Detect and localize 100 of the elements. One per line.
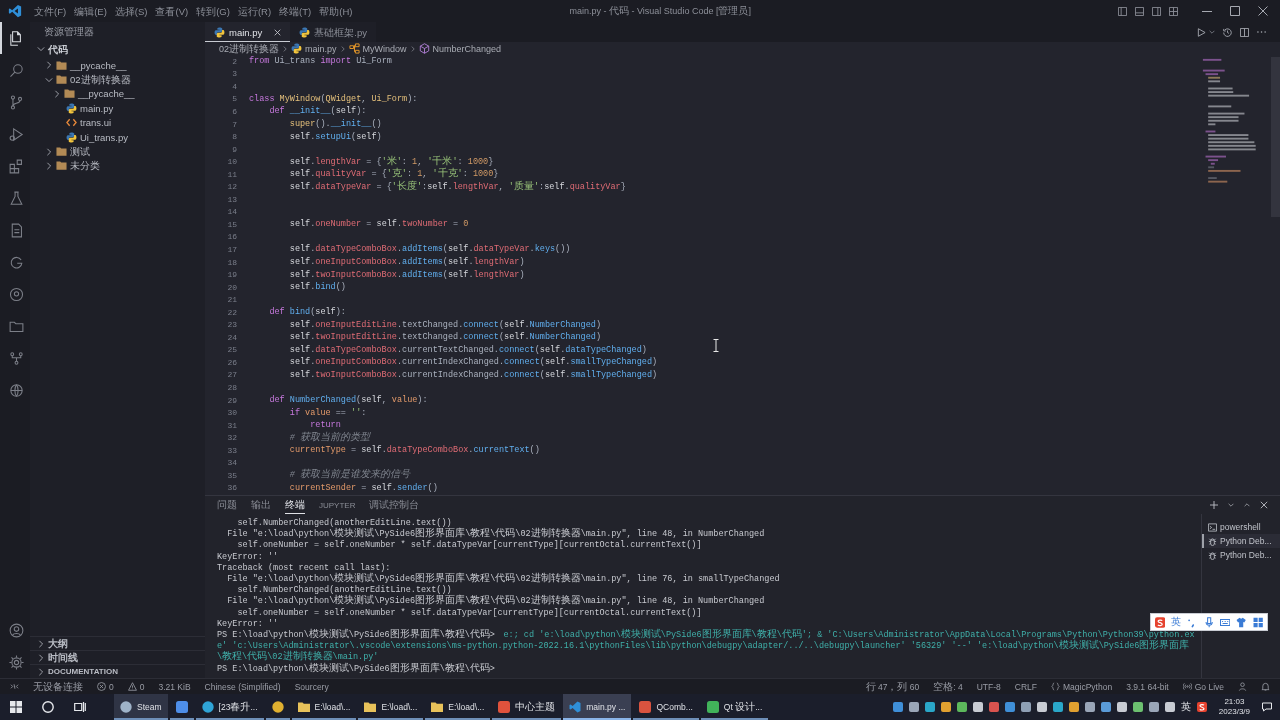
tray-icon[interactable] bbox=[892, 702, 903, 712]
status-item[interactable]: 行 47，列 60 bbox=[865, 681, 920, 692]
tray-icon[interactable] bbox=[1036, 702, 1047, 712]
breadcrumb-item[interactable]: MyWindow bbox=[348, 43, 407, 54]
ime-logo-icon[interactable] bbox=[1196, 702, 1207, 712]
tray-icon[interactable] bbox=[1020, 702, 1031, 712]
history-icon[interactable] bbox=[1223, 27, 1232, 37]
keyboard-icon[interactable] bbox=[1220, 616, 1231, 628]
windows-logo-icon[interactable] bbox=[10, 701, 22, 713]
shirt-icon[interactable] bbox=[1236, 616, 1247, 628]
breadcrumb-item[interactable]: main.py bbox=[291, 43, 337, 54]
panel-tab[interactable]: JUPYTER bbox=[319, 496, 356, 514]
status-item[interactable]: 3.9.1 64-bit bbox=[1126, 681, 1169, 692]
tree-item[interactable]: 02进制转换器 bbox=[45, 72, 131, 87]
terminal-tab[interactable]: Python Deb... bbox=[1202, 534, 1280, 548]
person-icon[interactable] bbox=[1238, 682, 1247, 691]
run-debug-icon[interactable] bbox=[7, 125, 25, 143]
status-item[interactable]: 0 bbox=[127, 681, 145, 692]
minimize-icon[interactable] bbox=[1202, 10, 1212, 12]
status-item[interactable]: CRLF bbox=[1014, 681, 1038, 692]
tree-item[interactable]: Ui_trans.py bbox=[66, 129, 129, 145]
globe-icon[interactable] bbox=[7, 381, 25, 399]
microphone-icon[interactable] bbox=[1203, 616, 1214, 628]
chevron-up-icon[interactable] bbox=[1244, 503, 1250, 507]
terminal-tab[interactable]: Python Deb... bbox=[1202, 548, 1280, 562]
section-header[interactable]: 大纲 bbox=[37, 638, 68, 649]
menu-item[interactable]: 编辑(E) bbox=[74, 5, 107, 17]
tray-icon[interactable] bbox=[1148, 702, 1159, 712]
input-mode-indicator[interactable]: 英 bbox=[1180, 702, 1191, 712]
caret-icon[interactable] bbox=[1209, 30, 1215, 34]
panel-tab[interactable]: 输出 bbox=[251, 496, 271, 514]
section-header[interactable]: DOCUMENTATION bbox=[37, 667, 118, 676]
grid-icon[interactable] bbox=[1252, 616, 1263, 628]
tray-icon[interactable] bbox=[1084, 702, 1095, 712]
tree-item[interactable]: 未分类 bbox=[45, 158, 100, 174]
status-item[interactable]: 无设备连接 bbox=[33, 681, 83, 692]
flask-icon[interactable] bbox=[7, 189, 25, 207]
settings-icon[interactable] bbox=[7, 653, 25, 671]
layout-icon[interactable] bbox=[1118, 6, 1127, 16]
tray-icon[interactable] bbox=[1068, 702, 1079, 712]
editor-tab[interactable]: 基础框架.py bbox=[290, 22, 376, 42]
status-item[interactable]: MagicPython bbox=[1051, 681, 1113, 692]
menu-item[interactable]: 转到(G) bbox=[196, 5, 230, 17]
tree-item[interactable]: main.py bbox=[66, 101, 114, 116]
tree-item[interactable]: trans.ui bbox=[66, 115, 112, 130]
clock-time[interactable]: 21:03 bbox=[1224, 697, 1245, 707]
status-item[interactable]: 0 bbox=[97, 681, 114, 692]
tray-icon[interactable] bbox=[956, 702, 967, 712]
menu-item[interactable]: 终端(T) bbox=[279, 5, 312, 17]
status-item[interactable]: Go Live bbox=[1182, 681, 1224, 692]
tray-icon[interactable] bbox=[1004, 702, 1015, 712]
play-icon[interactable] bbox=[1197, 27, 1206, 37]
bell-icon[interactable] bbox=[1261, 682, 1270, 691]
taskbar-button[interactable]: 中心主题 bbox=[492, 694, 562, 720]
taskbar-button[interactable]: [23春升... bbox=[195, 694, 264, 720]
menu-item[interactable]: 帮助(H) bbox=[319, 5, 353, 17]
panel-tab[interactable]: 终端 bbox=[285, 496, 305, 514]
tray-icon[interactable] bbox=[1052, 702, 1063, 712]
layout-icon[interactable] bbox=[1135, 6, 1144, 16]
clock-date[interactable]: 2023/3/9 bbox=[1218, 707, 1250, 717]
tree-item[interactable]: 代码 bbox=[37, 40, 68, 58]
tray-icon[interactable] bbox=[1100, 702, 1111, 712]
account-icon[interactable] bbox=[7, 621, 25, 639]
tree-item[interactable]: __pycache__ bbox=[45, 58, 127, 73]
tree-item[interactable]: 测试 bbox=[45, 144, 90, 159]
hierarchy-icon[interactable] bbox=[7, 349, 25, 367]
menu-item[interactable]: 文件(F) bbox=[34, 5, 67, 17]
breadcrumb-item[interactable]: 02进制转换器 bbox=[219, 43, 279, 54]
status-item[interactable]: Chinese (Simplified) bbox=[204, 681, 281, 692]
breadcrumb-item[interactable]: NumberChanged bbox=[418, 43, 502, 54]
tree-item[interactable]: __pycache__ bbox=[53, 86, 135, 102]
panel-tab[interactable]: 问题 bbox=[217, 496, 237, 514]
split-editor-icon[interactable] bbox=[1240, 27, 1249, 37]
tray-icon[interactable] bbox=[924, 702, 935, 712]
caret-icon[interactable] bbox=[1228, 503, 1234, 507]
extensions-icon[interactable] bbox=[7, 157, 25, 175]
status-item[interactable]: 空格: 4 bbox=[933, 681, 963, 692]
close-icon[interactable] bbox=[274, 28, 282, 36]
taskbar-button[interactable]: Qt 设计... bbox=[700, 694, 769, 720]
taskbar-button[interactable]: E:\load\... bbox=[425, 694, 491, 720]
taskbar-button[interactable]: E:\load\... bbox=[291, 694, 357, 720]
tray-icon[interactable] bbox=[908, 702, 919, 712]
taskbar-button[interactable]: E:\load\... bbox=[358, 694, 424, 720]
taskbar-button[interactable]: main.py ... bbox=[563, 694, 632, 720]
tray-icon[interactable] bbox=[940, 702, 951, 712]
close-icon[interactable] bbox=[1258, 6, 1268, 16]
plus-icon[interactable] bbox=[1210, 501, 1218, 509]
tray-icon[interactable] bbox=[1164, 702, 1175, 712]
taskbar-button[interactable]: Steam bbox=[114, 694, 168, 720]
close-icon[interactable] bbox=[1260, 501, 1268, 509]
section-header[interactable]: 时间线 bbox=[37, 652, 78, 663]
search-icon[interactable] bbox=[42, 701, 54, 713]
maximize-icon[interactable] bbox=[1230, 6, 1240, 16]
menu-item[interactable]: 运行(R) bbox=[237, 5, 272, 17]
tray-icon[interactable] bbox=[988, 702, 999, 712]
tray-icon[interactable] bbox=[1132, 702, 1143, 712]
status-item[interactable]: Sourcery bbox=[294, 681, 329, 692]
menu-item[interactable]: 查看(V) bbox=[155, 5, 189, 17]
notification-icon[interactable] bbox=[1262, 702, 1272, 712]
tray-icon[interactable] bbox=[972, 702, 983, 712]
